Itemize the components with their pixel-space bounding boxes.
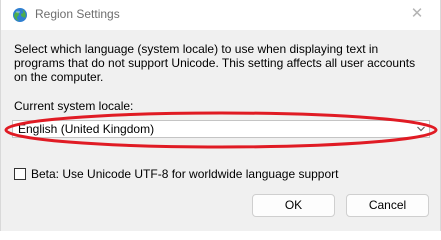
window-title: Region Settings [35,7,120,21]
selected-locale: English (United Kingdom) [18,122,155,136]
beta-utf8-label[interactable]: Beta: Use Unicode UTF-8 for worldwide la… [31,167,339,181]
beta-utf8-checkbox[interactable] [14,168,26,180]
description-text: Select which language (system locale) to… [14,42,416,84]
button-bar: OK Cancel [1,185,440,231]
chevron-down-icon [417,126,425,132]
locale-label: Current system locale: [14,99,134,113]
globe-icon [13,8,27,22]
cancel-button[interactable]: Cancel [346,194,429,217]
region-settings-dialog: Region Settings ✕ Select which language … [0,0,441,231]
close-icon: ✕ [410,5,424,22]
dialog-content: Select which language (system locale) to… [1,30,440,185]
title-bar: Region Settings ✕ [1,0,440,30]
close-button[interactable]: ✕ [394,0,440,30]
system-locale-select[interactable]: English (United Kingdom) [12,120,430,138]
ok-button[interactable]: OK [252,194,335,217]
